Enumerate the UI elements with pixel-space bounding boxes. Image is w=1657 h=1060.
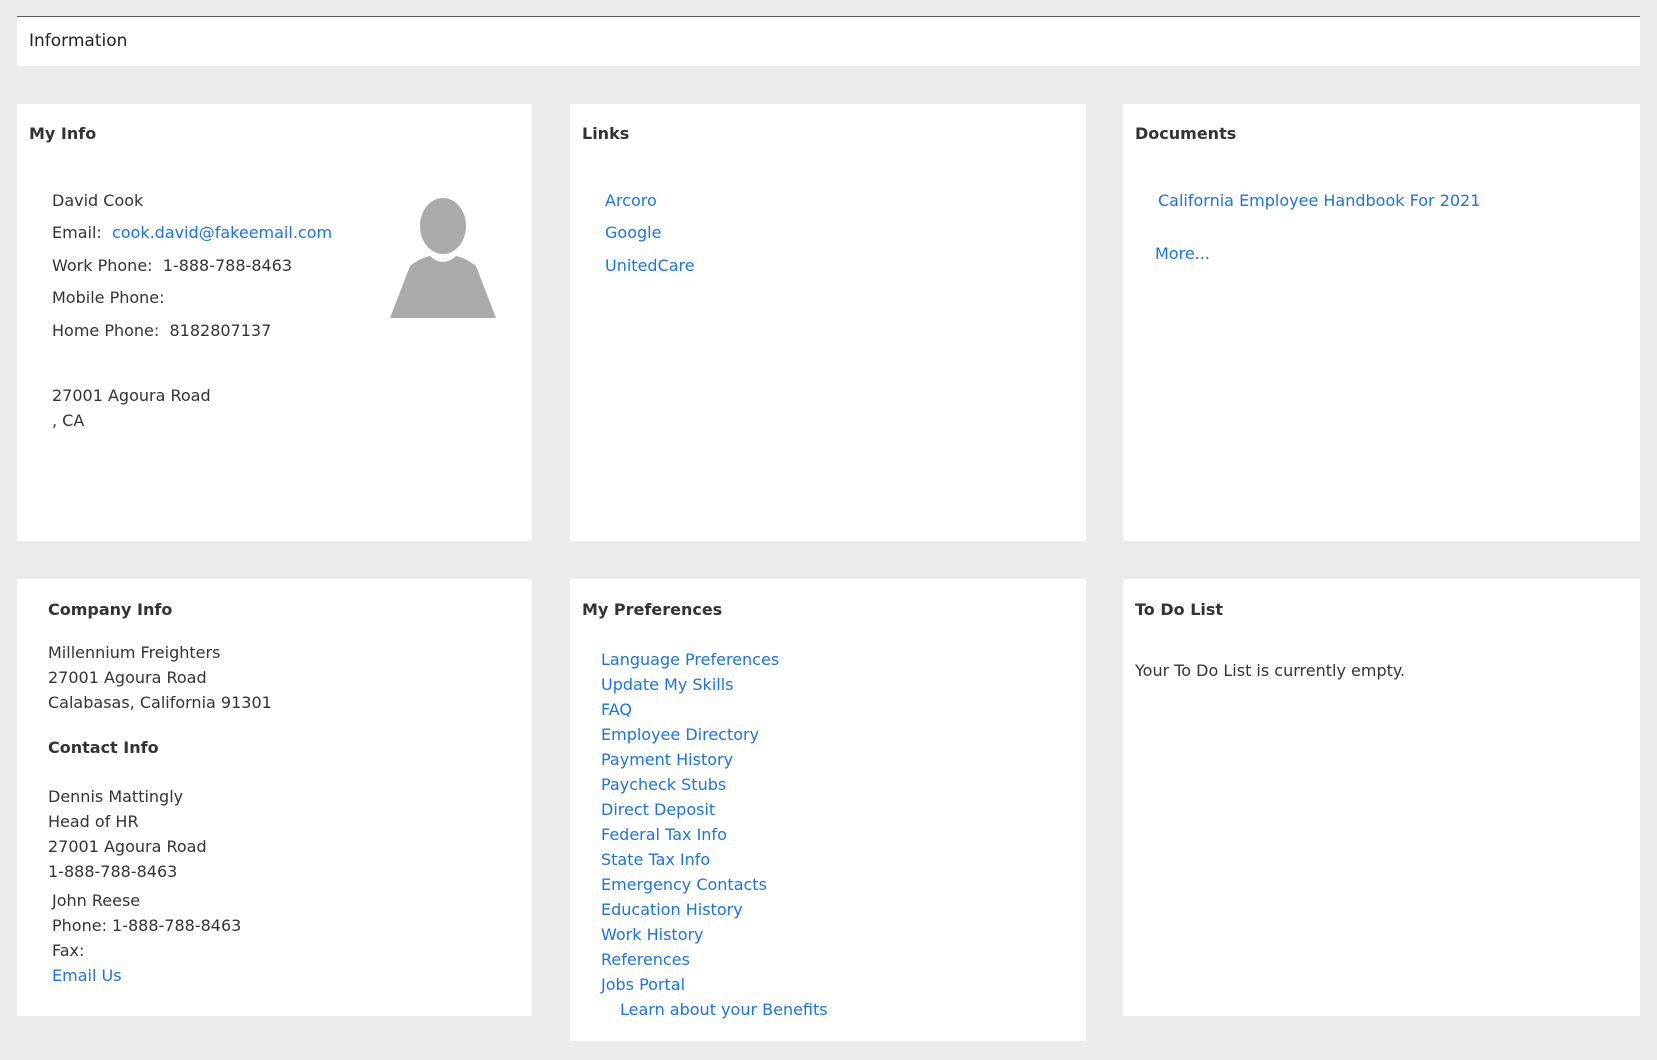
home-phone-row: Home Phone: 8182807137 — [52, 321, 271, 341]
contact-role: Head of HR — [48, 812, 139, 831]
company-info-title: Company Info — [48, 600, 173, 619]
email-row: Email: cook.david@fakeemail.com — [52, 223, 332, 243]
pref-state-tax-info[interactable]: State Tax Info — [601, 847, 828, 872]
pref-education-history[interactable]: Education History — [601, 897, 828, 922]
todo-empty-message: Your To Do List is currently empty. — [1135, 661, 1406, 680]
home-phone-value: 8182807137 — [169, 321, 272, 340]
email-us-link[interactable]: Email Us — [52, 966, 122, 986]
preferences-list: Language Preferences Update My Skills FA… — [601, 647, 828, 1022]
address-line1: 27001 Agoura Road — [52, 386, 211, 405]
pref-paycheck-stubs[interactable]: Paycheck Stubs — [601, 772, 828, 797]
pref-work-history[interactable]: Work History — [601, 922, 828, 947]
pref-update-my-skills[interactable]: Update My Skills — [601, 672, 828, 697]
link-unitedcare[interactable]: UnitedCare — [605, 256, 695, 276]
user-avatar-icon — [390, 196, 496, 318]
email-link[interactable]: cook.david@fakeemail.com — [112, 223, 332, 242]
pref-references[interactable]: References — [601, 947, 828, 972]
mobile-phone-label: Mobile Phone: — [52, 288, 165, 307]
second-contact-phone: Phone: 1-888-788-8463 — [52, 916, 242, 935]
pref-payment-history[interactable]: Payment History — [601, 747, 828, 772]
work-phone-label: Work Phone: — [52, 256, 153, 275]
pref-jobs-portal[interactable]: Jobs Portal — [601, 972, 828, 997]
contact-name: Dennis Mattingly — [48, 787, 184, 806]
employee-name: David Cook — [52, 191, 144, 210]
todo-title: To Do List — [1135, 600, 1224, 619]
link-google[interactable]: Google — [605, 223, 661, 243]
work-phone-value: 1-888-788-8463 — [162, 256, 293, 275]
pref-language-preferences[interactable]: Language Preferences — [601, 647, 828, 672]
pref-federal-tax-info[interactable]: Federal Tax Info — [601, 822, 828, 847]
address-line2: , CA — [52, 411, 85, 430]
second-contact-name: John Reese — [52, 891, 141, 910]
home-phone-label: Home Phone: — [52, 321, 160, 340]
my-info-panel: My Info David Cook Email: cook.david@fak… — [17, 104, 532, 541]
documents-title: Documents — [1135, 124, 1237, 143]
company-name: Millennium Freighters — [48, 643, 221, 662]
links-title: Links — [582, 124, 630, 143]
pref-employee-directory[interactable]: Employee Directory — [601, 722, 828, 747]
company-address-line2: Calabasas, California 91301 — [48, 693, 272, 712]
todo-panel: To Do List Your To Do List is currently … — [1123, 579, 1640, 1016]
my-info-title: My Info — [29, 124, 97, 143]
preferences-title: My Preferences — [582, 600, 723, 619]
pref-direct-deposit[interactable]: Direct Deposit — [601, 797, 828, 822]
information-header: Information — [17, 16, 1640, 66]
company-address-line1: 27001 Agoura Road — [48, 668, 207, 687]
documents-more-link[interactable]: More... — [1155, 244, 1210, 264]
document-handbook-link[interactable]: California Employee Handbook For 2021 — [1158, 191, 1480, 211]
contact-info-title: Contact Info — [48, 738, 159, 757]
contact-address: 27001 Agoura Road — [48, 837, 207, 856]
pref-benefits-link[interactable]: Learn about your Benefits — [601, 997, 828, 1022]
pref-emergency-contacts[interactable]: Emergency Contacts — [601, 872, 828, 897]
company-info-panel: Company Info Millennium Freighters 27001… — [17, 579, 532, 1016]
work-phone-row: Work Phone: 1-888-788-8463 — [52, 256, 292, 276]
information-title: Information — [29, 31, 128, 51]
contact-phone: 1-888-788-8463 — [48, 862, 178, 881]
pref-faq[interactable]: FAQ — [601, 697, 828, 722]
second-contact-fax: Fax: — [52, 941, 85, 960]
links-panel: Links Arcoro Google UnitedCare — [570, 104, 1086, 541]
preferences-panel: My Preferences Language Preferences Upda… — [570, 579, 1086, 1041]
email-label: Email: — [52, 223, 102, 242]
link-arcoro[interactable]: Arcoro — [605, 191, 657, 211]
documents-panel: Documents California Employee Handbook F… — [1123, 104, 1640, 541]
